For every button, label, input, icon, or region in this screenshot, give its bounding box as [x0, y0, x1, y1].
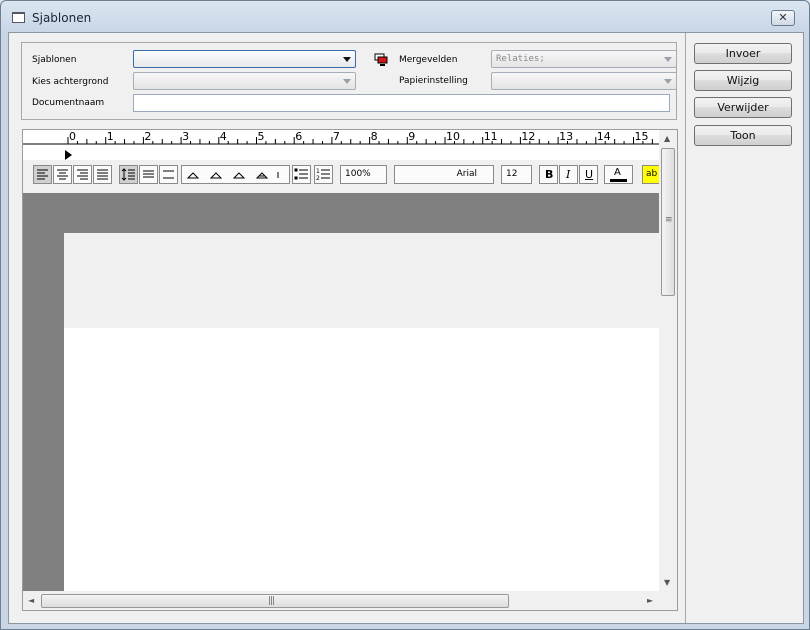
underline-button[interactable]: U	[579, 165, 598, 184]
svg-text:2: 2	[316, 175, 320, 182]
chevron-down-icon	[343, 57, 351, 62]
close-button[interactable]: ✕	[771, 10, 795, 26]
underline-label: U	[585, 168, 594, 181]
ruler-number: 9	[408, 130, 415, 143]
achtergrond-dropdown[interactable]	[133, 72, 356, 90]
zoom-field[interactable]: 100%	[340, 165, 387, 184]
grip-icon: |||	[268, 596, 275, 606]
chevron-down-icon	[343, 79, 351, 84]
sjablonen-label: Sjablonen	[32, 55, 77, 65]
ruler-number: 13	[559, 130, 573, 143]
mergevelden-label: Mergevelden	[399, 55, 458, 65]
font-name-value: Arial	[456, 169, 477, 179]
font-color-button[interactable]: A	[604, 165, 633, 184]
ruler-number: 11	[484, 130, 498, 143]
indent-marker-icon[interactable]	[65, 150, 72, 160]
font-name-field[interactable]: Arial	[394, 165, 494, 184]
align-justify-button[interactable]	[93, 165, 112, 184]
ruler-number: 0	[69, 130, 76, 143]
spacing-medium-button[interactable]	[139, 165, 158, 184]
ruler-number: 15	[635, 130, 649, 143]
ruler-number: 8	[371, 130, 378, 143]
font-color-swatch	[610, 179, 627, 182]
horizontal-scrollbar[interactable]: ◄ ||| ►	[23, 592, 659, 610]
format-toolbar: 12 100% Arial 12 B I U A ab	[23, 160, 659, 190]
italic-label: I	[566, 168, 571, 181]
achtergrond-label: Kies achtergrond	[32, 77, 109, 87]
font-size-field[interactable]: 12	[501, 165, 532, 184]
wijzig-button[interactable]: Wijzig	[694, 70, 792, 91]
scroll-right-icon[interactable]: ►	[647, 596, 653, 605]
chevron-down-icon	[664, 57, 672, 62]
ruler-number: 4	[220, 130, 227, 143]
align-right-button[interactable]	[73, 165, 92, 184]
italic-button[interactable]: I	[559, 165, 578, 184]
highlight-button[interactable]: ab	[642, 165, 659, 184]
horizontal-scroll-thumb[interactable]: |||	[41, 594, 509, 608]
document-editor: 0 1 2 3 4 5 6 7 8 9 10 11 12 13 14 15 1 …	[22, 129, 678, 611]
highlight-label: ab	[646, 169, 658, 179]
bold-button[interactable]: B	[539, 165, 558, 184]
line-spacing-button[interactable]	[119, 165, 138, 184]
documentnaam-label: Documentnaam	[32, 98, 105, 108]
zoom-value: 100%	[345, 169, 371, 179]
spacing-wide-button[interactable]	[159, 165, 178, 184]
align-center-button[interactable]	[53, 165, 72, 184]
page-body-area[interactable]	[64, 328, 659, 591]
align-left-button[interactable]	[33, 165, 52, 184]
papierinstelling-label: Papierinstelling	[399, 76, 468, 86]
window-icon	[12, 12, 25, 23]
ruler-number: 1	[107, 130, 114, 143]
sjablonen-window: Sjablonen ✕ Sjablonen Kies achtergrond D…	[0, 0, 810, 630]
ruler[interactable]: 0 1 2 3 4 5 6 7 8 9 10 11 12 13 14 15	[23, 130, 659, 160]
title-bar: Sjablonen ✕	[1, 1, 809, 31]
ruler-number: 5	[258, 130, 265, 143]
ruler-number: 12	[521, 130, 535, 143]
invoer-button[interactable]: Invoer	[694, 43, 792, 64]
window-client: Sjablonen Kies achtergrond Documentnaam …	[8, 32, 804, 624]
panel-divider	[685, 33, 686, 623]
svg-text:1: 1	[316, 168, 320, 175]
ruler-number: 7	[333, 130, 340, 143]
toon-button[interactable]: Toon	[694, 125, 792, 146]
ruler-number: 2	[144, 130, 151, 143]
documentnaam-input[interactable]	[133, 94, 670, 112]
sjablonen-dropdown[interactable]	[133, 50, 356, 68]
mergevelden-value: Relaties;	[496, 54, 545, 64]
scroll-down-icon[interactable]: ▼	[664, 578, 670, 587]
verwijder-button[interactable]: Verwijder	[694, 97, 792, 118]
font-color-label: A	[614, 167, 621, 178]
merge-fields-icon[interactable]	[374, 53, 389, 67]
font-size-value: 12	[506, 169, 518, 179]
scroll-up-icon[interactable]: ▲	[664, 134, 670, 143]
grip-icon: ≡	[665, 215, 672, 225]
ruler-ticks: 0 1 2 3 4 5 6 7 8 9 10 11 12 13 14 15	[23, 130, 659, 160]
window-title: Sjablonen	[32, 11, 92, 25]
page-header-area[interactable]	[64, 233, 659, 328]
ruler-number: 3	[182, 130, 189, 143]
bullet-list-button[interactable]	[292, 165, 311, 184]
bold-label: B	[545, 168, 554, 181]
document-canvas[interactable]	[23, 193, 659, 591]
chevron-down-icon	[664, 79, 672, 84]
ruler-number: 14	[597, 130, 611, 143]
numbered-list-button[interactable]: 12	[314, 165, 333, 184]
ruler-number: 6	[295, 130, 302, 143]
ruler-number: 10	[446, 130, 460, 143]
papierinstelling-dropdown[interactable]	[491, 72, 677, 90]
tab-stops-button[interactable]	[181, 165, 290, 184]
vertical-scrollbar[interactable]: ▲ ≡ ▼	[659, 130, 677, 592]
template-settings-group: Sjablonen Kies achtergrond Documentnaam …	[21, 42, 677, 120]
vertical-scroll-thumb[interactable]: ≡	[661, 148, 675, 296]
scroll-left-icon[interactable]: ◄	[28, 596, 34, 605]
mergevelden-dropdown[interactable]: Relaties;	[491, 50, 677, 68]
